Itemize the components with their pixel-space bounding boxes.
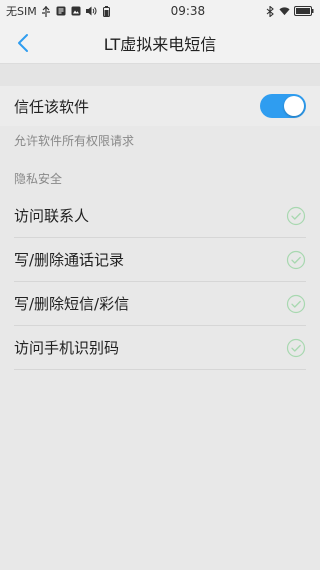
check-circle-icon bbox=[286, 250, 306, 270]
bluetooth-icon bbox=[264, 5, 275, 17]
check-circle-icon bbox=[286, 206, 306, 226]
permission-label: 写/删除短信/彩信 bbox=[14, 295, 130, 313]
back-button[interactable] bbox=[10, 30, 36, 56]
permission-item-call-log[interactable]: 写/删除通话记录 bbox=[14, 238, 306, 282]
permission-item-sms[interactable]: 写/删除短信/彩信 bbox=[14, 282, 306, 326]
notification-icon bbox=[56, 6, 67, 17]
status-bar: 无SIM 09:38 bbox=[0, 0, 320, 22]
usb-icon bbox=[41, 5, 52, 17]
permission-label: 写/删除通话记录 bbox=[14, 251, 125, 269]
permission-item-contacts[interactable]: 访问联系人 bbox=[14, 194, 306, 238]
toggle-knob bbox=[284, 96, 304, 116]
image-icon bbox=[71, 6, 82, 17]
battery-icon bbox=[294, 6, 314, 17]
trust-app-row: 信任该软件 bbox=[0, 86, 320, 126]
check-circle-icon bbox=[286, 338, 306, 358]
wifi-icon bbox=[279, 6, 290, 17]
permission-label: 访问手机识别码 bbox=[14, 339, 120, 357]
divider bbox=[0, 64, 320, 86]
chevron-left-icon bbox=[18, 34, 28, 52]
permission-list: 访问联系人 写/删除通话记录 写/删除短信/彩信 访问手机识别码 bbox=[0, 190, 320, 370]
trust-app-label: 信任该软件 bbox=[14, 97, 90, 116]
clock: 09:38 bbox=[170, 4, 206, 18]
battery-icon bbox=[101, 5, 112, 17]
check-circle-icon bbox=[286, 294, 306, 314]
volume-icon bbox=[85, 6, 97, 17]
trust-app-toggle[interactable] bbox=[260, 94, 306, 118]
permission-item-device-id[interactable]: 访问手机识别码 bbox=[14, 326, 306, 370]
trust-app-description: 允许软件所有权限请求 bbox=[14, 134, 135, 148]
permission-label: 访问联系人 bbox=[14, 207, 90, 225]
carrier-label: 无SIM bbox=[6, 5, 37, 18]
header-bar: LT虚拟来电短信 bbox=[0, 22, 320, 64]
privacy-section-title: 隐私安全 bbox=[14, 172, 63, 186]
page-title: LT虚拟来电短信 bbox=[103, 34, 217, 54]
